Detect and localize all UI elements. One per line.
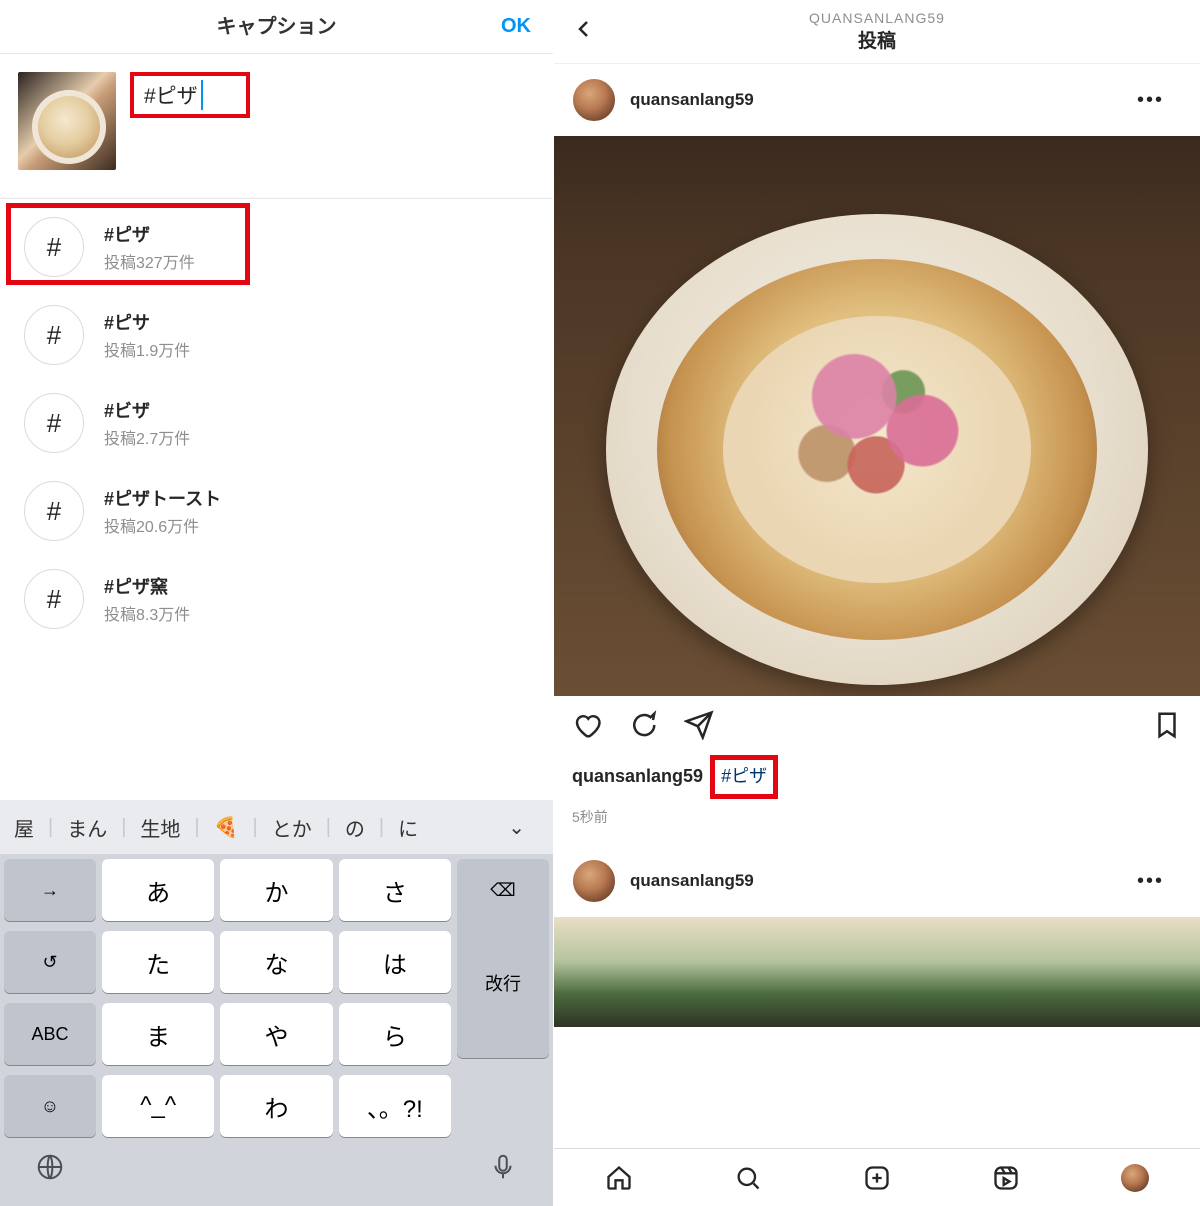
caption-input[interactable]: #ピザ <box>144 80 203 110</box>
kb-key[interactable]: ら <box>339 1003 451 1065</box>
suggestion-count: 投稿20.6万件 <box>104 513 221 537</box>
kb-suggest-item[interactable]: 屋 <box>0 813 48 842</box>
kb-key[interactable]: わ <box>220 1075 332 1137</box>
suggestion-count: 投稿2.7万件 <box>104 425 190 449</box>
kb-suggest-item[interactable]: の <box>331 813 379 842</box>
hash-icon: # <box>24 305 84 365</box>
suggestion-count: 投稿1.9万件 <box>104 337 190 361</box>
hashtag-suggestions: # #ピザ 投稿327万件 # #ピサ 投稿1.9万件 # #ビザ 投稿2.7万… <box>0 198 553 643</box>
profile-tab[interactable] <box>1120 1163 1150 1193</box>
kb-suggest-item[interactable]: まん <box>53 813 121 842</box>
add-post-icon[interactable] <box>862 1163 892 1193</box>
hash-icon: # <box>24 217 84 277</box>
more-options-button[interactable]: ••• <box>1137 89 1164 112</box>
suggestion-tag: #ピザ <box>104 221 195 247</box>
keyboard-suggestions: 屋| まん| 生地| 🍕| とか| の| に ⌄ <box>0 800 553 854</box>
avatar[interactable] <box>572 859 616 903</box>
hashtag-suggestion[interactable]: # #ビザ 投稿2.7万件 <box>0 379 553 467</box>
kb-return-key[interactable]: 改行 <box>457 908 549 1058</box>
kb-key[interactable]: ま <box>102 1003 214 1065</box>
hash-icon: # <box>24 569 84 629</box>
username[interactable]: quansanlang59 <box>630 871 754 891</box>
kb-suggest-item[interactable]: 🍕 <box>200 815 253 840</box>
post-image[interactable] <box>554 917 1200 1027</box>
kb-tab-key[interactable]: → <box>4 859 96 921</box>
hashtag-suggestion[interactable]: # #ピザトースト 投稿20.6万件 <box>0 467 553 555</box>
post-actions <box>554 696 1200 751</box>
kb-key[interactable]: は <box>339 931 451 993</box>
username[interactable]: quansanlang59 <box>630 90 754 110</box>
hashtag-suggestion[interactable]: # #ピザ 投稿327万件 <box>0 199 553 291</box>
search-icon[interactable] <box>733 1163 763 1193</box>
avatar[interactable] <box>572 78 616 122</box>
suggestion-count: 投稿327万件 <box>104 249 195 273</box>
post-user-row: quansanlang59 ••• <box>554 845 1200 917</box>
kb-undo-key[interactable]: ↺ <box>4 931 96 993</box>
caption-hashtag[interactable]: #ピザ <box>721 766 767 786</box>
kb-key[interactable]: ^_^ <box>102 1075 214 1137</box>
reels-icon[interactable] <box>991 1163 1021 1193</box>
kb-key[interactable]: 、。?! <box>339 1075 451 1137</box>
like-icon[interactable] <box>572 710 602 745</box>
kb-key[interactable]: さ <box>339 859 451 921</box>
kb-key[interactable]: か <box>220 859 332 921</box>
post-caption: quansanlang59 #ピザ <box>554 751 1200 803</box>
post-thumbnail[interactable] <box>18 72 116 170</box>
hash-icon: # <box>24 393 84 453</box>
post-user-row: quansanlang59 ••• <box>554 64 1200 136</box>
keyboard: 屋| まん| 生地| 🍕| とか| の| に ⌄ → あ か さ ⌫ ↺ た な… <box>0 800 553 1206</box>
mic-icon[interactable] <box>457 1152 549 1189</box>
suggestion-tag: #ビザ <box>104 397 190 423</box>
suggestion-tag: #ピサ <box>104 309 190 335</box>
back-button[interactable] <box>572 15 596 49</box>
header-subtitle: QUANSANLANG59 <box>809 10 945 26</box>
bottom-tab-bar <box>554 1148 1200 1206</box>
caption-header: キャプション OK <box>0 0 553 54</box>
kb-key[interactable]: あ <box>102 859 214 921</box>
kb-emoji-key[interactable]: ☺ <box>4 1075 96 1137</box>
kb-suggest-item[interactable]: 生地 <box>126 813 194 842</box>
post-header: QUANSANLANG59 投稿 <box>554 0 1200 64</box>
home-icon[interactable] <box>604 1163 634 1193</box>
save-icon[interactable] <box>1152 710 1182 745</box>
kb-suggest-item[interactable]: に <box>384 813 432 842</box>
hashtag-suggestion[interactable]: # #ピザ窯 投稿8.3万件 <box>0 555 553 643</box>
suggestion-count: 投稿8.3万件 <box>104 601 190 625</box>
kb-key[interactable]: な <box>220 931 332 993</box>
hashtag-suggestion[interactable]: # #ピサ 投稿1.9万件 <box>0 291 553 379</box>
caption-input-highlight: #ピザ <box>130 72 250 118</box>
header-title: キャプション <box>217 0 337 54</box>
hashtag-highlight: #ピザ <box>710 755 778 799</box>
suggestion-tag: #ピザトースト <box>104 485 221 511</box>
suggestion-tag: #ピザ窯 <box>104 573 190 599</box>
kb-key[interactable]: た <box>102 931 214 993</box>
share-icon[interactable] <box>684 710 714 745</box>
hash-icon: # <box>24 481 84 541</box>
kb-key[interactable]: や <box>220 1003 332 1065</box>
ok-button[interactable]: OK <box>501 15 531 38</box>
more-options-button[interactable]: ••• <box>1137 870 1164 893</box>
chevron-down-icon[interactable]: ⌄ <box>494 815 539 840</box>
post-timestamp: 5秒前 <box>554 803 1200 845</box>
comment-icon[interactable] <box>628 710 658 745</box>
globe-icon[interactable] <box>4 1152 96 1189</box>
post-image[interactable] <box>554 136 1200 696</box>
kb-abc-key[interactable]: ABC <box>4 1003 96 1065</box>
header-title: 投稿 <box>809 26 945 53</box>
caption-username[interactable]: quansanlang59 <box>572 766 703 786</box>
kb-suggest-item[interactable]: とか <box>258 813 326 842</box>
